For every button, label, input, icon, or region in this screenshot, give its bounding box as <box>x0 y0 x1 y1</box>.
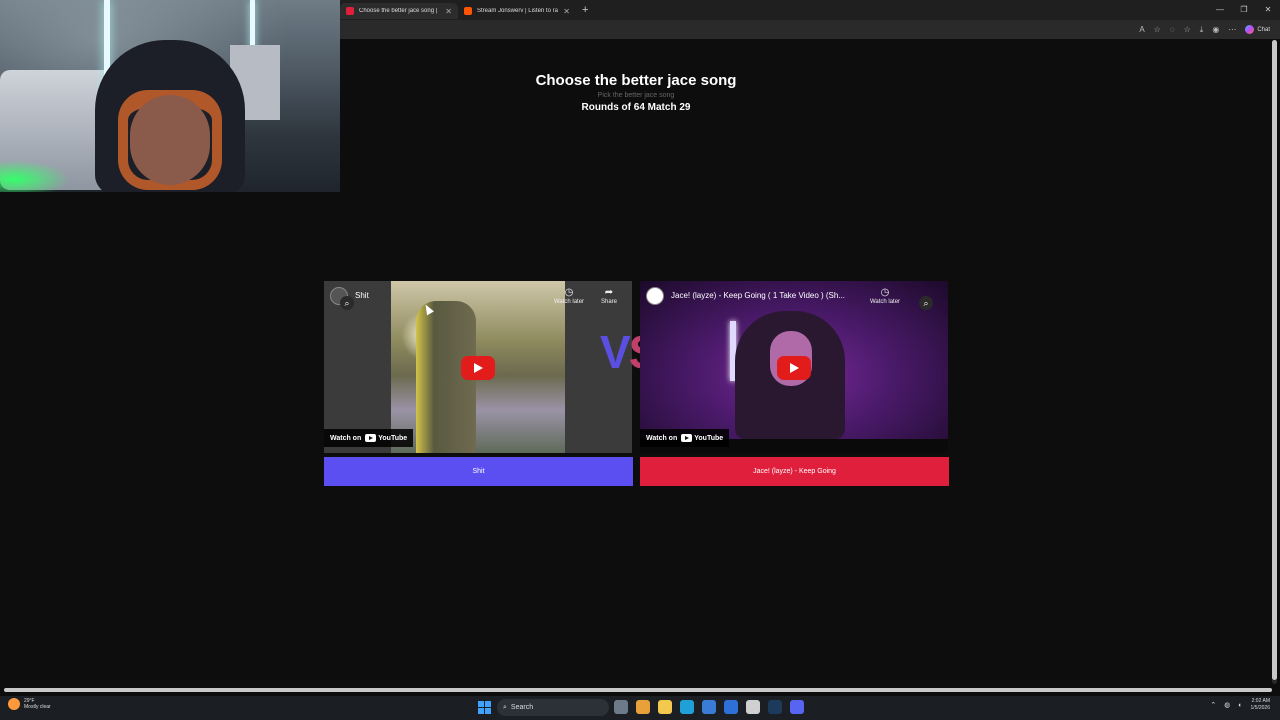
zoom-magnifier-icon[interactable]: ⌕ <box>340 296 354 310</box>
more-options-icon[interactable]: ⋯ <box>1228 25 1236 34</box>
close-tab-icon[interactable]: ✕ <box>563 7 570 16</box>
obs-icon[interactable] <box>746 700 760 714</box>
youtube-logo-icon: YouTube <box>681 434 723 442</box>
clock-time: 2:02 AM <box>1251 698 1270 704</box>
store-icon[interactable] <box>702 700 716 714</box>
favorite-star-icon[interactable]: ☆ <box>1154 25 1161 34</box>
downloads-icon[interactable]: ⤓ <box>1200 25 1204 35</box>
share-arrow-icon: ➦ <box>604 287 614 298</box>
video-pillarbox <box>324 281 391 453</box>
browser-tab-bar: Choose the better jace song | ✕ Stream J… <box>340 0 1280 20</box>
youtube-logo-icon: YouTube <box>365 434 407 442</box>
search-icon: ⌕ <box>503 703 507 711</box>
weather-widget[interactable]: 29°F Mostly clear <box>8 698 51 710</box>
wifi-icon[interactable]: ◍ <box>1224 701 1230 709</box>
edge-browser-icon[interactable] <box>680 700 694 714</box>
pick-right-song-button[interactable]: Jace! (layze) - Keep Going <box>640 457 949 486</box>
tab-title: Choose the better jace song | <box>359 8 438 14</box>
extensions-icon[interactable]: ◌ <box>1170 25 1175 34</box>
restore-icon[interactable]: ❐ <box>1232 0 1256 20</box>
discord-icon[interactable] <box>790 700 804 714</box>
copilot-label: Chat <box>1257 26 1270 33</box>
clock-date: 1/5/2026 <box>1250 705 1270 711</box>
clock-icon: ◷ <box>880 287 890 298</box>
pick-left-song-button[interactable]: Shit <box>324 457 633 486</box>
horizontal-scrollbar[interactable] <box>4 688 1272 692</box>
profile-icon[interactable]: ◉ <box>1212 25 1219 34</box>
site-favicon-icon <box>346 7 354 15</box>
tab-stream-jonswerv[interactable]: Stream Jonswerv | Listen to rap pl ✕ <box>458 3 576 19</box>
steam-icon[interactable] <box>768 700 782 714</box>
right-video-embed[interactable]: Jace! (layze) - Keep Going ( 1 Take Vide… <box>640 281 948 453</box>
window-controls: — ❐ ✕ <box>1208 0 1280 20</box>
favorites-icon[interactable]: ☆ <box>1184 25 1191 34</box>
browser-toolbar: A ☆ ◌ ☆ ⤓ ◉ ⋯ Chat <box>340 20 1280 39</box>
tab-choose-better-jace-song[interactable]: Choose the better jace song | ✕ <box>340 3 458 19</box>
copilot-app-icon[interactable] <box>636 700 650 714</box>
clock[interactable]: 2:02 AM 1/5/2026 <box>1251 698 1270 712</box>
taskbar-pinned-apps <box>614 700 804 714</box>
outlook-icon[interactable] <box>724 700 738 714</box>
right-video-title[interactable]: Jace! (layze) - Keep Going ( 1 Take Vide… <box>671 291 845 300</box>
watch-later-button[interactable]: ◷ Watch later <box>865 287 905 305</box>
task-view-icon[interactable] <box>614 700 628 714</box>
youtube-play-button[interactable] <box>777 356 811 380</box>
share-button[interactable]: ➦ Share <box>589 287 629 305</box>
soundcloud-favicon-icon <box>464 7 472 15</box>
left-video-title[interactable]: Shit <box>355 291 369 300</box>
weather-icon <box>8 698 20 710</box>
copilot-chat-button[interactable]: Chat <box>1245 25 1270 34</box>
read-aloud-icon[interactable]: A <box>1139 25 1144 34</box>
webcam-overlay <box>0 0 340 192</box>
windows-taskbar: 29°F Mostly clear ⌕ Search ⌃ ◍ ◐ 2:02 AM <box>0 696 1280 720</box>
volume-icon[interactable]: ◐ <box>1238 702 1242 709</box>
weather-desc: Mostly clear <box>24 704 51 710</box>
channel-avatar-icon[interactable] <box>646 287 664 305</box>
clock-icon: ◷ <box>564 287 574 298</box>
close-tab-icon[interactable]: ✕ <box>445 7 452 16</box>
screen: Choose the better jace song | ✕ Stream J… <box>0 0 1280 720</box>
watch-on-youtube-link[interactable]: Watch on YouTube <box>640 429 730 447</box>
vertical-scrollbar[interactable] <box>1270 40 1278 688</box>
minimize-icon[interactable]: — <box>1208 0 1232 20</box>
scrollbar-thumb[interactable] <box>1272 40 1277 680</box>
close-window-icon[interactable]: ✕ <box>1256 0 1280 20</box>
zoom-magnifier-icon[interactable]: ⌕ <box>919 296 933 310</box>
new-tab-plus-icon[interactable]: + <box>582 4 588 16</box>
taskbar-search-box[interactable]: ⌕ Search <box>497 699 609 716</box>
search-label: Search <box>510 704 534 711</box>
left-video-embed[interactable]: ⌕ Shit ◷ Watch later ➦ Share Watch on Yo… <box>324 281 632 453</box>
file-explorer-icon[interactable] <box>658 700 672 714</box>
watch-later-button[interactable]: ◷ Watch later <box>549 287 589 305</box>
copilot-icon <box>1245 25 1255 34</box>
system-tray: ⌃ ◍ ◐ 2:02 AM 1/5/2026 <box>1210 698 1270 712</box>
watch-on-youtube-link[interactable]: Watch on YouTube <box>324 429 414 447</box>
windows-start-icon[interactable] <box>478 701 491 714</box>
show-hidden-icons-icon[interactable]: ⌃ <box>1210 701 1216 709</box>
youtube-play-button[interactable] <box>461 356 495 380</box>
tab-title: Stream Jonswerv | Listen to rap pl <box>477 8 558 14</box>
